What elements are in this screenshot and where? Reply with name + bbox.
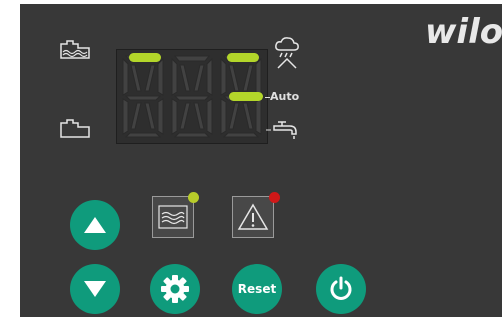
auto-mode-label: Auto	[270, 90, 300, 103]
pump-status-button[interactable]	[152, 196, 194, 238]
down-button[interactable]	[70, 264, 120, 314]
segment-lit-left	[129, 53, 161, 62]
reset-button[interactable]: Reset	[232, 264, 282, 314]
power-button[interactable]	[316, 264, 366, 314]
segment-display	[116, 49, 268, 144]
alarm-button[interactable]	[232, 196, 274, 238]
arrow-down-icon	[84, 281, 106, 297]
power-icon	[330, 276, 352, 300]
tank-full-icon	[60, 40, 90, 59]
wilo-logo: wilo	[425, 12, 502, 52]
control-panel: wilo Auto Reset	[20, 4, 502, 317]
display-digit-2	[171, 55, 213, 138]
cloud-rain-icon	[275, 37, 299, 69]
arrow-up-icon	[84, 217, 106, 233]
display-digit-1	[122, 55, 164, 138]
tank-empty-icon	[60, 119, 90, 138]
segment-lit-right-middle	[229, 92, 263, 101]
segment-lit-right-top	[227, 53, 259, 62]
settings-button[interactable]	[150, 264, 200, 314]
warning-icon	[237, 203, 269, 230]
alarm-led	[269, 192, 280, 203]
tap-icon	[266, 121, 297, 139]
gear-icon	[161, 275, 189, 303]
up-button[interactable]	[70, 200, 120, 250]
pump-status-led	[188, 192, 199, 203]
pump-wave-icon	[158, 205, 188, 229]
